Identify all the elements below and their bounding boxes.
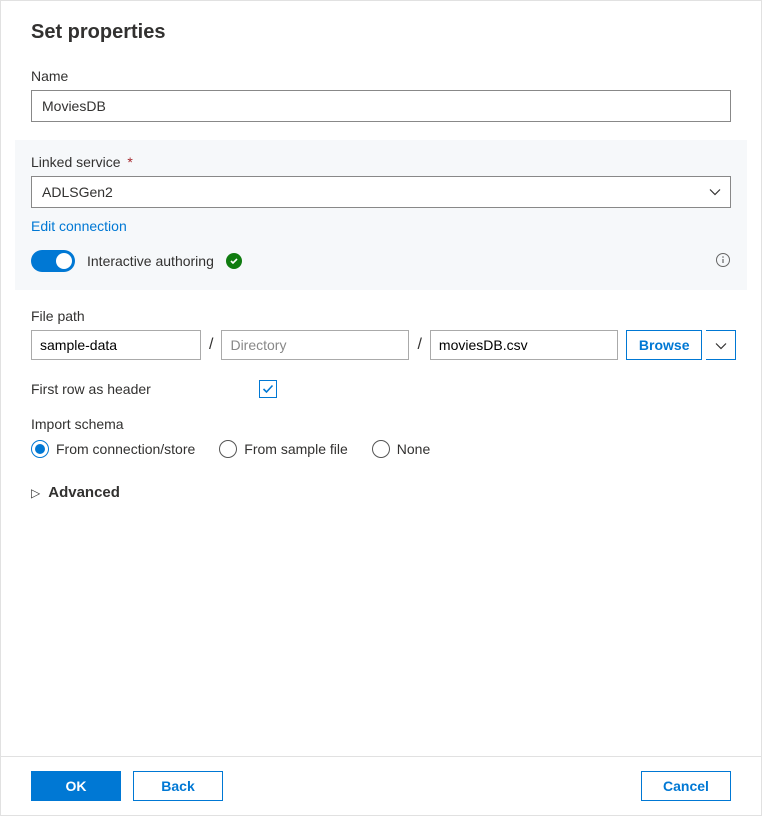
linked-service-panel: Linked service * ADLSGen2 Edit connectio… [15,140,747,290]
cancel-button[interactable]: Cancel [641,771,731,801]
radio-icon [31,440,49,458]
ok-button[interactable]: OK [31,771,121,801]
import-schema-option-sample-file[interactable]: From sample file [219,440,347,458]
radio-label: From connection/store [56,441,195,457]
checkmark-icon [226,253,242,269]
import-schema-option-none[interactable]: None [372,440,430,458]
linked-service-dropdown[interactable]: ADLSGen2 [31,176,731,208]
chevron-right-icon: ▷ [31,486,40,500]
interactive-authoring-toggle[interactable] [31,250,75,272]
linked-service-label: Linked service * [31,154,731,170]
path-separator: / [417,336,421,354]
dialog-footer: OK Back Cancel [1,756,761,815]
browse-button[interactable]: Browse [626,330,703,360]
filepath-label: File path [31,308,731,324]
filepath-directory-input[interactable] [221,330,409,360]
radio-icon [372,440,390,458]
filepath-file-input[interactable] [430,330,618,360]
required-asterisk: * [127,154,132,170]
edit-connection-link[interactable]: Edit connection [31,218,127,234]
import-schema-label: Import schema [31,416,731,432]
linked-service-value: ADLSGen2 [42,184,113,200]
first-row-header-checkbox[interactable] [259,380,277,398]
path-separator: / [209,336,213,354]
radio-label: From sample file [244,441,347,457]
name-input[interactable] [31,90,731,122]
import-schema-option-connection[interactable]: From connection/store [31,440,195,458]
name-label: Name [31,68,731,84]
info-icon[interactable] [715,252,731,271]
back-button[interactable]: Back [133,771,223,801]
advanced-toggle[interactable]: ▷ Advanced [31,484,731,501]
first-row-header-label: First row as header [31,381,151,397]
page-title: Set properties [31,21,731,44]
browse-dropdown-button[interactable] [706,330,736,360]
radio-icon [219,440,237,458]
interactive-authoring-label: Interactive authoring [87,253,214,269]
advanced-label: Advanced [48,484,120,501]
radio-label: None [397,441,430,457]
chevron-down-icon [715,338,727,353]
linked-service-label-text: Linked service [31,154,121,170]
filepath-container-input[interactable] [31,330,201,360]
